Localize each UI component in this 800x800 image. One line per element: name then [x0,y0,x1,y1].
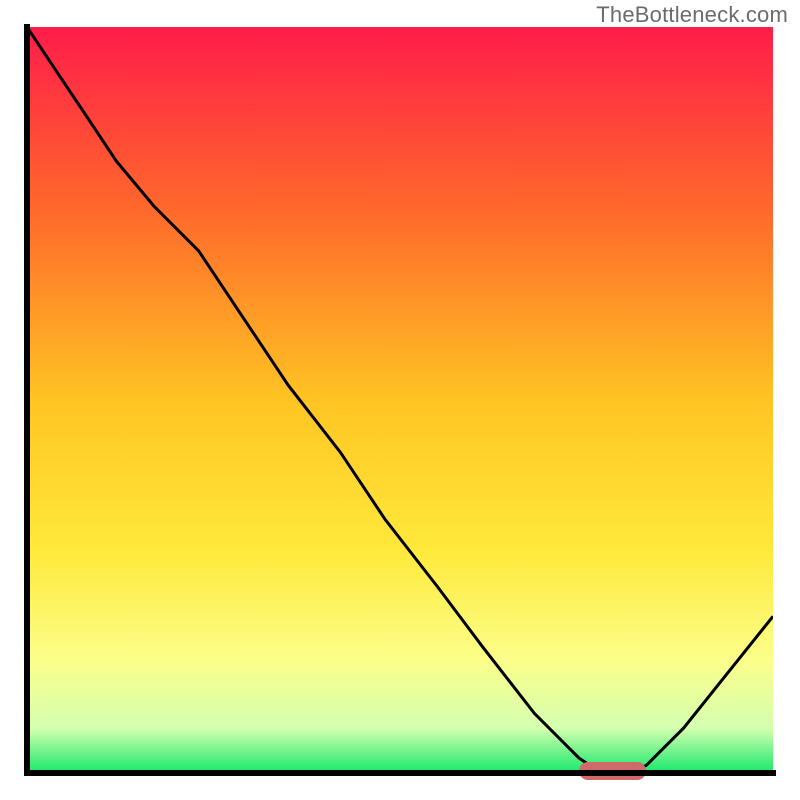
chart-frame: TheBottleneck.com [0,0,800,800]
plot-background-gradient [27,27,773,773]
bottleneck-chart [0,0,800,800]
watermark-text: TheBottleneck.com [596,2,788,28]
